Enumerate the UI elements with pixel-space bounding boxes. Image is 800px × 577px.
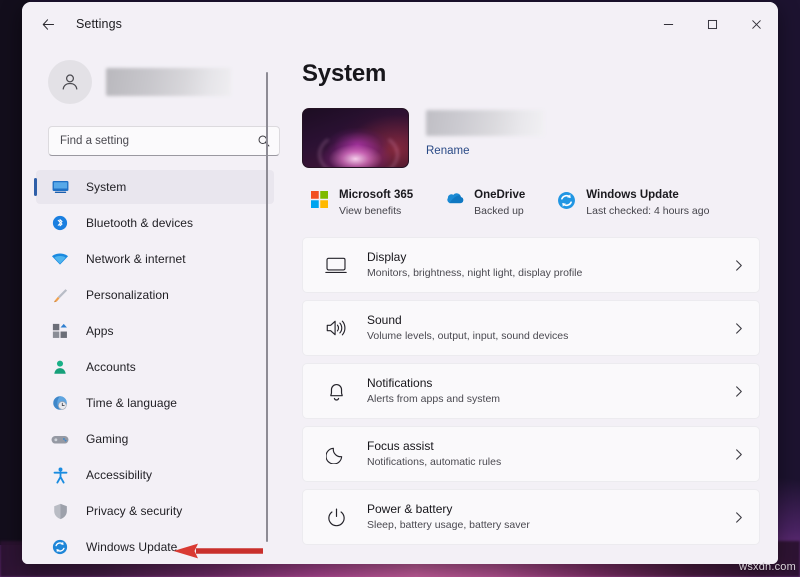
settings-cards: Display Monitors, brightness, night ligh… (300, 237, 760, 545)
status-tile-title: Microsoft 365 (339, 188, 413, 203)
window-body: System Bluetooth & devices (22, 46, 778, 564)
sidebar-item-privacy-security[interactable]: Privacy & security (36, 494, 274, 528)
paintbrush-icon (50, 286, 70, 304)
onedrive-cloud-icon (443, 188, 465, 205)
status-tile-windows-update[interactable]: Windows Update Last checked: 4 hours ago (549, 184, 715, 223)
title-bar: Settings (22, 2, 778, 46)
chevron-right-icon (732, 259, 745, 272)
status-tile-microsoft-365[interactable]: Microsoft 365 View benefits (302, 184, 419, 223)
windows-update-icon (50, 538, 70, 556)
window-title: Settings (76, 17, 122, 31)
annotation-arrow (172, 541, 264, 561)
status-tile-title: Windows Update (586, 188, 709, 203)
sidebar-item-accessibility[interactable]: Accessibility (36, 458, 274, 492)
sidebar-scrollbar-track[interactable] (274, 58, 276, 538)
sidebar-item-personalization[interactable]: Personalization (36, 278, 274, 312)
settings-card-subtitle: Volume levels, output, input, sound devi… (367, 329, 732, 344)
status-tile-subtitle: Last checked: 4 hours ago (586, 204, 709, 219)
sidebar-item-label: Apps (86, 324, 114, 338)
shield-icon (50, 502, 70, 520)
sidebar-item-label: Network & internet (86, 252, 186, 266)
avatar (48, 60, 92, 104)
back-button[interactable] (32, 9, 64, 39)
sidebar-item-label: Personalization (86, 288, 169, 302)
clock-globe-icon (50, 394, 70, 412)
sidebar-scrollbar-thumb[interactable] (266, 72, 268, 542)
sidebar-item-accounts[interactable]: Accounts (36, 350, 274, 384)
power-icon (321, 507, 351, 528)
accessibility-icon (50, 466, 70, 484)
settings-card-subtitle: Alerts from apps and system (367, 392, 732, 407)
bluetooth-icon (50, 214, 70, 232)
sidebar-item-label: Gaming (86, 432, 128, 446)
chevron-right-icon (732, 511, 745, 524)
device-wallpaper-thumbnail (302, 108, 409, 168)
settings-card-subtitle: Monitors, brightness, night light, displ… (367, 266, 732, 281)
settings-card-subtitle: Notifications, automatic rules (367, 455, 732, 470)
apps-icon (50, 322, 70, 340)
microsoft-365-icon (308, 188, 330, 208)
main-content: System Rename (284, 46, 778, 564)
account-name-redacted (106, 68, 231, 96)
sidebar-item-label: Privacy & security (86, 504, 182, 518)
sidebar-item-label: Accounts (86, 360, 136, 374)
settings-card-title: Notifications (367, 375, 732, 391)
status-tile-title: OneDrive (474, 188, 525, 203)
system-icon (50, 178, 70, 196)
moon-icon (321, 444, 351, 464)
settings-card-title: Power & battery (367, 501, 732, 517)
device-summary: Rename (302, 108, 760, 168)
settings-card-title: Sound (367, 312, 732, 328)
sidebar-item-time-language[interactable]: Time & language (36, 386, 274, 420)
device-info: Rename (426, 108, 544, 168)
sidebar-item-label: Bluetooth & devices (86, 216, 193, 230)
settings-window: Settings (22, 2, 778, 564)
minimize-button[interactable] (646, 2, 690, 46)
maximize-button[interactable] (690, 2, 734, 46)
close-button[interactable] (734, 2, 778, 46)
search-icon (257, 134, 271, 148)
settings-card-sound[interactable]: Sound Volume levels, output, input, soun… (302, 300, 760, 356)
monitor-icon (321, 256, 351, 275)
settings-card-notifications[interactable]: Notifications Alerts from apps and syste… (302, 363, 760, 419)
sidebar: System Bluetooth & devices (22, 46, 284, 564)
watermark: wsxdn.com (739, 561, 796, 573)
settings-card-title: Focus assist (367, 438, 732, 454)
page-title: System (302, 60, 760, 88)
status-tile-subtitle: View benefits (339, 204, 413, 219)
sidebar-item-bluetooth-devices[interactable]: Bluetooth & devices (36, 206, 274, 240)
sidebar-item-label: Windows Update (86, 540, 177, 554)
settings-card-subtitle: Sleep, battery usage, battery saver (367, 518, 732, 533)
sidebar-item-label: Accessibility (86, 468, 152, 482)
sidebar-item-label: Time & language (86, 396, 177, 410)
sidebar-item-gaming[interactable]: Gaming (36, 422, 274, 456)
device-name-redacted (426, 110, 544, 136)
sidebar-item-system[interactable]: System (36, 170, 274, 204)
sidebar-item-apps[interactable]: Apps (36, 314, 274, 348)
sidebar-item-label: System (86, 180, 126, 194)
bell-icon (321, 381, 351, 402)
chevron-right-icon (732, 322, 745, 335)
sidebar-item-network-internet[interactable]: Network & internet (36, 242, 274, 276)
settings-card-power-battery[interactable]: Power & battery Sleep, battery usage, ba… (302, 489, 760, 545)
chevron-right-icon (732, 448, 745, 461)
network-wifi-icon (50, 250, 70, 268)
speaker-icon (321, 318, 351, 338)
accounts-icon (50, 358, 70, 376)
navigation-list: System Bluetooth & devices (34, 170, 274, 564)
gamepad-icon (50, 430, 70, 448)
status-tiles: Microsoft 365 View benefits OneDrive Bac… (302, 184, 760, 223)
search-input[interactable] (60, 135, 257, 147)
window-controls (646, 2, 778, 46)
search-box[interactable] (48, 126, 280, 156)
status-tile-subtitle: Backed up (474, 204, 525, 219)
account-block[interactable] (48, 60, 274, 104)
settings-card-title: Display (367, 249, 732, 265)
settings-card-focus-assist[interactable]: Focus assist Notifications, automatic ru… (302, 426, 760, 482)
status-tile-onedrive[interactable]: OneDrive Backed up (437, 184, 531, 223)
settings-card-display[interactable]: Display Monitors, brightness, night ligh… (302, 237, 760, 293)
chevron-right-icon (732, 385, 745, 398)
rename-link[interactable]: Rename (426, 145, 469, 157)
windows-update-icon (555, 188, 577, 210)
